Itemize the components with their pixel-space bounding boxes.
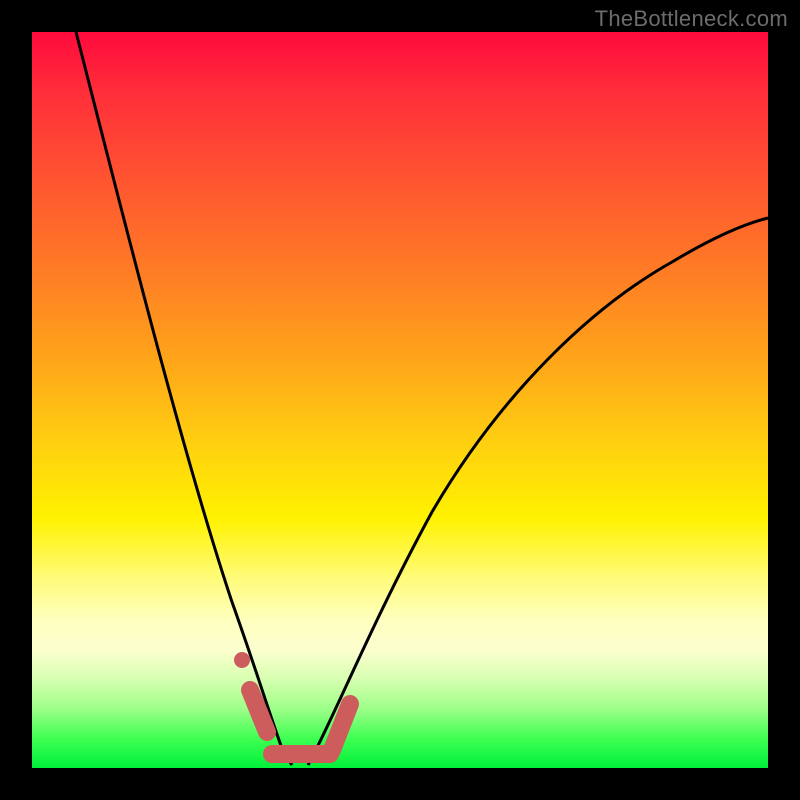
curve-overlay [32,32,768,768]
curve-right [308,218,768,765]
minimum-highlight [234,652,350,754]
watermark-text: TheBottleneck.com [595,6,788,32]
curve-left [76,32,292,765]
bottom-frame-edge [32,768,768,800]
chart-frame: TheBottleneck.com [0,0,800,800]
highlight-dot-icon [234,652,250,668]
